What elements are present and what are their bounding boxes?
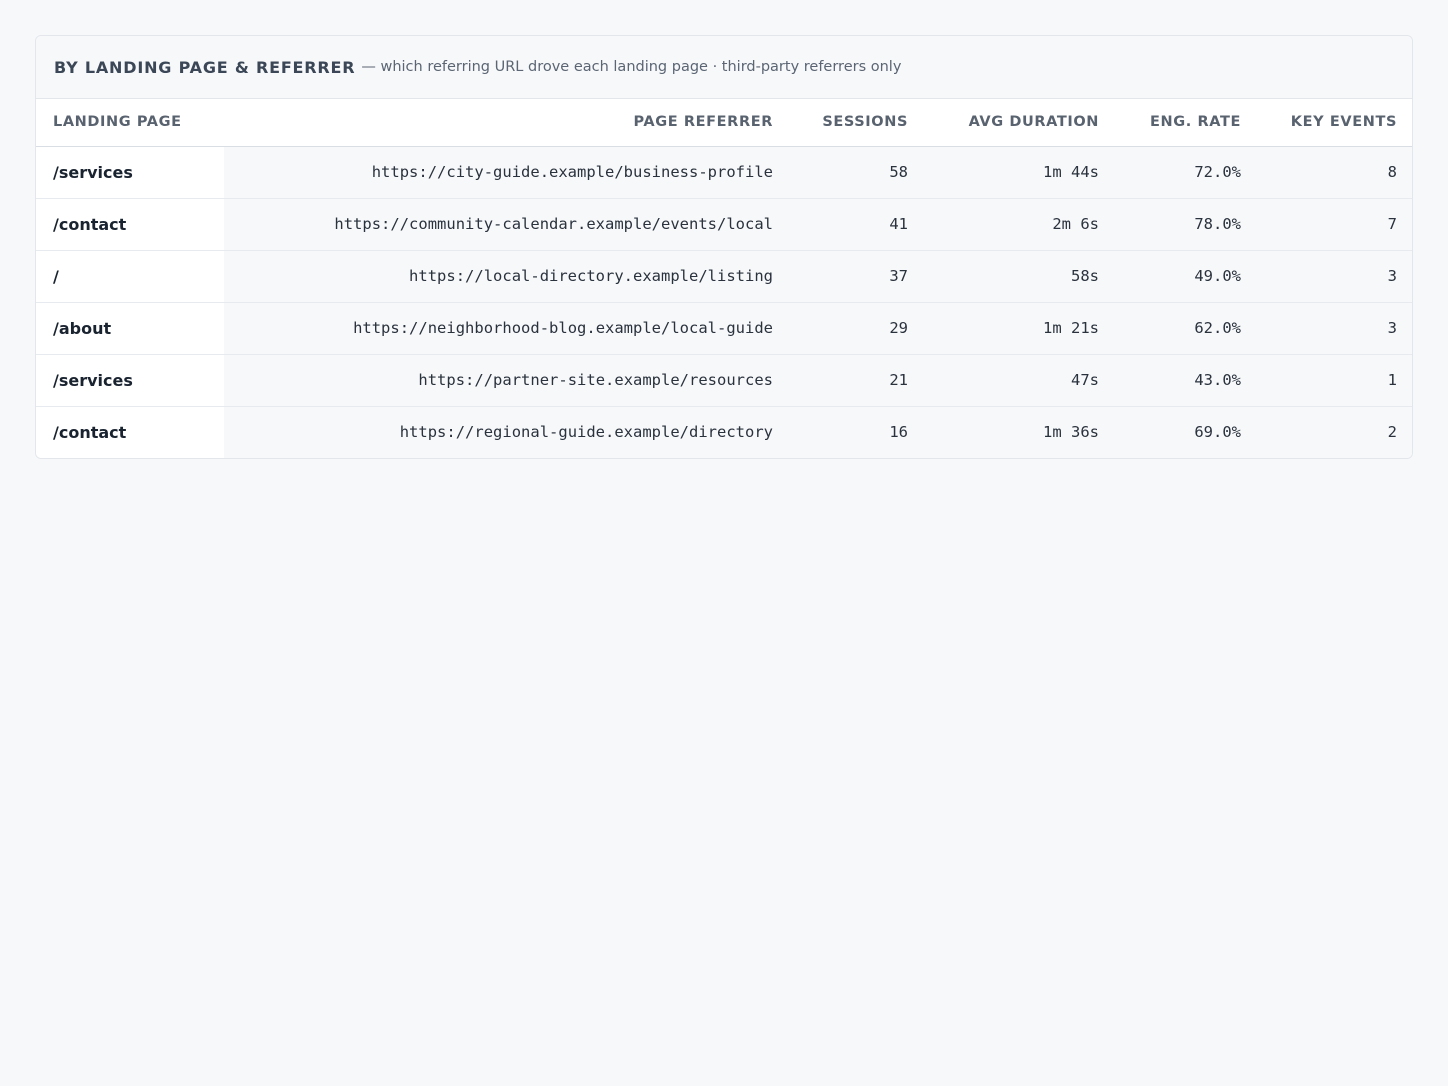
avg-duration-cell: 1m 21s [925, 302, 1116, 354]
table-row[interactable]: /contact https://community-calendar.exam… [36, 198, 1412, 250]
avg-duration-cell: 1m 44s [925, 146, 1116, 198]
panel-title: BY LANDING PAGE & REFERRER [54, 57, 356, 77]
key-events-cell: 1 [1258, 354, 1412, 406]
sessions-cell: 37 [790, 250, 925, 302]
table-row[interactable]: /services https://partner-site.example/r… [36, 354, 1412, 406]
landing-referrer-panel: BY LANDING PAGE & REFERRER — which refer… [35, 35, 1413, 459]
avg-duration-cell: 47s [925, 354, 1116, 406]
table-header-row: LANDING PAGE PAGE REFERRER SESSIONS AVG … [36, 99, 1412, 146]
eng-rate-cell: 62.0% [1116, 302, 1258, 354]
sessions-cell: 21 [790, 354, 925, 406]
column-header-key-events[interactable]: KEY EVENTS [1258, 99, 1412, 146]
table-row[interactable]: / https://local-directory.example/listin… [36, 250, 1412, 302]
landing-page-cell: /contact [36, 198, 224, 250]
key-events-cell: 7 [1258, 198, 1412, 250]
key-events-cell: 8 [1258, 146, 1412, 198]
page-referrer-cell: https://regional-guide.example/directory [224, 406, 790, 458]
column-header-landing-page[interactable]: LANDING PAGE [36, 99, 224, 146]
landing-referrer-table: LANDING PAGE PAGE REFERRER SESSIONS AVG … [36, 99, 1412, 458]
landing-page-cell: / [36, 250, 224, 302]
table-row[interactable]: /services https://city-guide.example/bus… [36, 146, 1412, 198]
key-events-cell: 3 [1258, 302, 1412, 354]
avg-duration-cell: 58s [925, 250, 1116, 302]
column-header-avg-duration[interactable]: AVG DURATION [925, 99, 1116, 146]
panel-header: BY LANDING PAGE & REFERRER — which refer… [36, 36, 1412, 99]
page-referrer-cell: https://neighborhood-blog.example/local-… [224, 302, 790, 354]
page-referrer-cell: https://local-directory.example/listing [224, 250, 790, 302]
sessions-cell: 29 [790, 302, 925, 354]
eng-rate-cell: 49.0% [1116, 250, 1258, 302]
table-row[interactable]: /about https://neighborhood-blog.example… [36, 302, 1412, 354]
avg-duration-cell: 2m 6s [925, 198, 1116, 250]
key-events-cell: 3 [1258, 250, 1412, 302]
eng-rate-cell: 43.0% [1116, 354, 1258, 406]
table-row[interactable]: /contact https://regional-guide.example/… [36, 406, 1412, 458]
eng-rate-cell: 72.0% [1116, 146, 1258, 198]
sessions-cell: 41 [790, 198, 925, 250]
landing-page-cell: /about [36, 302, 224, 354]
sessions-cell: 58 [790, 146, 925, 198]
panel-subtitle: — which referring URL drove each landing… [361, 59, 902, 75]
key-events-cell: 2 [1258, 406, 1412, 458]
column-header-sessions[interactable]: SESSIONS [790, 99, 925, 146]
page-referrer-cell: https://community-calendar.example/event… [224, 198, 790, 250]
sessions-cell: 16 [790, 406, 925, 458]
landing-page-cell: /services [36, 354, 224, 406]
column-header-page-referrer[interactable]: PAGE REFERRER [224, 99, 790, 146]
avg-duration-cell: 1m 36s [925, 406, 1116, 458]
landing-page-cell: /services [36, 146, 224, 198]
page-referrer-cell: https://partner-site.example/resources [224, 354, 790, 406]
column-header-eng-rate[interactable]: ENG. RATE [1116, 99, 1258, 146]
eng-rate-cell: 69.0% [1116, 406, 1258, 458]
landing-page-cell: /contact [36, 406, 224, 458]
eng-rate-cell: 78.0% [1116, 198, 1258, 250]
page-referrer-cell: https://city-guide.example/business-prof… [224, 146, 790, 198]
